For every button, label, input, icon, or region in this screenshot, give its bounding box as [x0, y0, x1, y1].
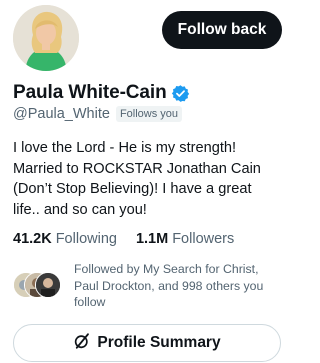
- follow-stats: 41.2K Following 1.1M Followers: [13, 231, 253, 247]
- followers-label: Followers: [172, 231, 235, 247]
- profile-avatar[interactable]: [13, 5, 79, 71]
- followed-by-avatars[interactable]: [13, 272, 63, 298]
- name-row: Paula White-Cain: [13, 82, 190, 104]
- following-link[interactable]: 41.2K Following: [13, 231, 117, 247]
- verified-badge-icon: [171, 84, 190, 103]
- followed-by-text[interactable]: Followed by My Search for Christ, Paul D…: [74, 261, 286, 311]
- following-label: Following: [55, 231, 117, 247]
- followers-link[interactable]: 1.1M Followers: [136, 231, 234, 247]
- user-handle: @Paula_White: [13, 106, 110, 122]
- follows-you-badge: Follows you: [115, 106, 183, 122]
- following-count: 41.2K: [13, 231, 52, 247]
- follow-back-button[interactable]: Follow back: [162, 11, 282, 49]
- followers-count: 1.1M: [135, 231, 169, 247]
- profile-bio: I love the Lord - He is my strength! Mar…: [13, 140, 261, 218]
- display-name: Paula White-Cain: [13, 82, 167, 103]
- follower-avatar: [35, 272, 61, 298]
- handle-row: @Paula_White Follows you: [13, 106, 183, 122]
- profile-summary-button[interactable]: Profile Summary: [13, 324, 281, 362]
- profile-summary-label: Profile Summary: [97, 334, 221, 351]
- grok-slash-icon: [73, 332, 91, 355]
